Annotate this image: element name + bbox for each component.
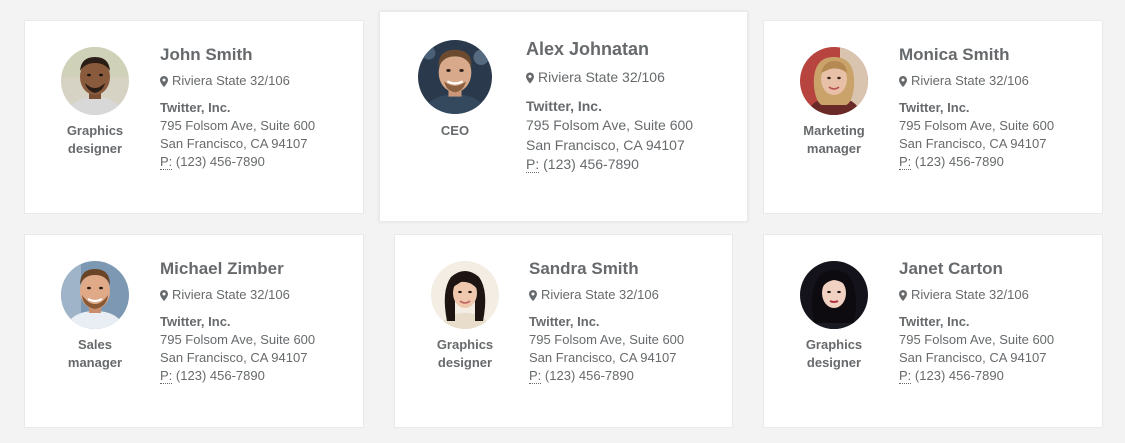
location-text: Riviera State 32/106: [172, 73, 290, 88]
avatar: [61, 47, 129, 115]
job-title: Sales manager: [67, 337, 123, 370]
city-address: San Francisco, CA 94107: [899, 136, 1047, 151]
job-title: Marketing manager: [803, 123, 865, 156]
phone-line: P: (123) 456-7890: [899, 367, 1054, 385]
location: Riviera State 32/106: [529, 286, 684, 304]
company-name: Twitter, Inc.: [160, 100, 231, 115]
person-photo-icon: [418, 40, 492, 114]
map-marker-icon: [160, 289, 168, 301]
street-address: 795 Folsom Ave, Suite 600: [899, 118, 1055, 133]
phone-abbr: P:: [160, 368, 173, 384]
contact-name[interactable]: Michael Zimber: [160, 259, 315, 279]
street-address: 795 Folsom Ave, Suite 600: [899, 332, 1055, 347]
location: Riviera State 32/106: [899, 286, 1054, 304]
location: Riviera State 32/106: [160, 286, 315, 304]
location: Riviera State 32/106: [899, 72, 1054, 90]
person-photo-icon: [431, 261, 499, 329]
person-photo-icon: [800, 47, 868, 115]
location-text: Riviera State 32/106: [911, 287, 1029, 302]
location-text: Riviera State 32/106: [172, 287, 290, 302]
phone-line: P: (123) 456-7890: [526, 155, 693, 175]
avatar: [418, 40, 492, 114]
map-marker-icon: [160, 75, 168, 87]
avatar: [800, 261, 868, 329]
location-text: Riviera State 32/106: [541, 287, 659, 302]
job-title: CEO: [440, 123, 470, 138]
phone-abbr: P:: [529, 368, 542, 384]
phone-abbr: P:: [526, 156, 540, 173]
phone-abbr: P:: [160, 154, 173, 170]
map-marker-icon: [899, 289, 907, 301]
avatar: [431, 261, 499, 329]
avatar: [61, 261, 129, 329]
phone-number[interactable]: (123) 456-7890: [543, 156, 639, 172]
location-text: Riviera State 32/106: [538, 69, 665, 85]
city-address: San Francisco, CA 94107: [529, 350, 677, 365]
contact-card-alex-johnatan[interactable]: CEO Alex Johnatan Riviera State 32/106 T…: [379, 11, 748, 222]
job-title: Graphics designer: [66, 123, 124, 156]
contact-name[interactable]: Monica Smith: [899, 45, 1054, 65]
contact-card-john-smith[interactable]: Graphics designer John Smith Riviera Sta…: [24, 20, 364, 214]
phone-abbr: P:: [899, 154, 912, 170]
phone-line: P: (123) 456-7890: [529, 367, 684, 385]
contact-card-michael-zimber[interactable]: Sales manager Michael Zimber Riviera Sta…: [24, 234, 364, 428]
phone-number[interactable]: (123) 456-7890: [915, 154, 1004, 169]
phone-line: P: (123) 456-7890: [160, 153, 315, 171]
city-address: San Francisco, CA 94107: [899, 350, 1047, 365]
phone-line: P: (123) 456-7890: [899, 153, 1054, 171]
contact-card-janet-carton[interactable]: Graphics designer Janet Carton Riviera S…: [763, 234, 1103, 428]
phone-line: P: (123) 456-7890: [160, 367, 315, 385]
map-marker-icon: [899, 75, 907, 87]
company-name: Twitter, Inc.: [899, 100, 970, 115]
avatar: [800, 47, 868, 115]
phone-abbr: P:: [899, 368, 912, 384]
person-photo-icon: [61, 261, 129, 329]
person-photo-icon: [800, 261, 868, 329]
city-address: San Francisco, CA 94107: [160, 350, 308, 365]
contact-card-sandra-smith[interactable]: Graphics designer Sandra Smith Riviera S…: [394, 234, 733, 428]
contact-card-monica-smith[interactable]: Marketing manager Monica Smith Riviera S…: [763, 20, 1103, 214]
location: Riviera State 32/106: [160, 72, 315, 90]
phone-number[interactable]: (123) 456-7890: [176, 368, 265, 383]
company-name: Twitter, Inc.: [529, 314, 600, 329]
contact-name[interactable]: John Smith: [160, 45, 315, 65]
phone-number[interactable]: (123) 456-7890: [545, 368, 634, 383]
phone-number[interactable]: (123) 456-7890: [915, 368, 1004, 383]
map-marker-icon: [526, 72, 534, 84]
company-name: Twitter, Inc.: [160, 314, 231, 329]
street-address: 795 Folsom Ave, Suite 600: [160, 118, 316, 133]
person-photo-icon: [61, 47, 129, 115]
phone-number[interactable]: (123) 456-7890: [176, 154, 265, 169]
contact-name[interactable]: Janet Carton: [899, 259, 1054, 279]
city-address: San Francisco, CA 94107: [160, 136, 308, 151]
contact-name[interactable]: Alex Johnatan: [526, 38, 693, 60]
location-text: Riviera State 32/106: [911, 73, 1029, 88]
location: Riviera State 32/106: [526, 68, 693, 88]
map-marker-icon: [529, 289, 537, 301]
company-name: Twitter, Inc.: [526, 97, 602, 114]
city-address: San Francisco, CA 94107: [526, 136, 685, 153]
contact-name[interactable]: Sandra Smith: [529, 259, 684, 279]
job-title: Graphics designer: [805, 337, 863, 370]
street-address: 795 Folsom Ave, Suite 600: [526, 117, 694, 133]
company-name: Twitter, Inc.: [899, 314, 970, 329]
street-address: 795 Folsom Ave, Suite 600: [160, 332, 316, 347]
job-title: Graphics designer: [436, 337, 494, 370]
street-address: 795 Folsom Ave, Suite 600: [529, 332, 685, 347]
